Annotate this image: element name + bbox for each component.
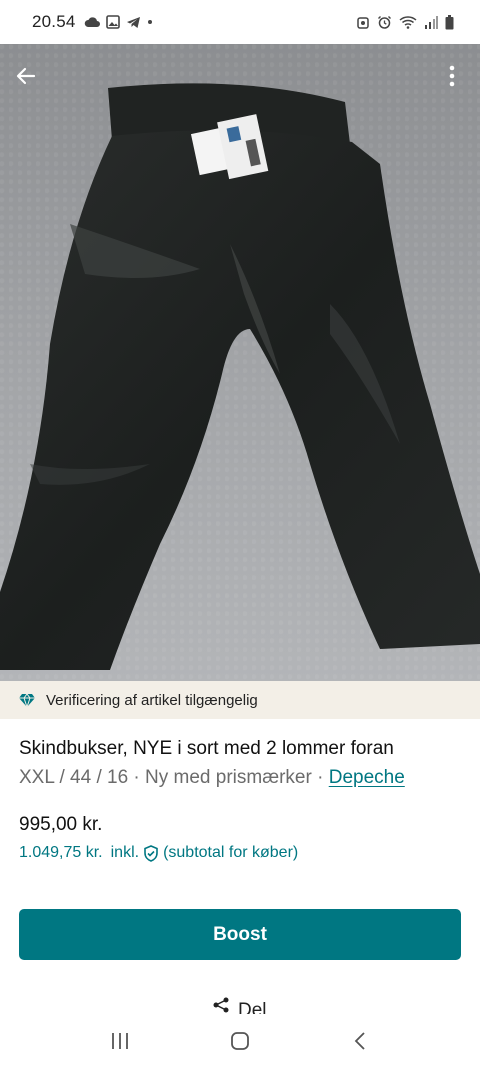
recent-apps-button[interactable] [90,1021,150,1061]
item-details: Skindbukser, NYE i sort med 2 lommer for… [19,736,464,864]
status-right-icons [356,14,454,30]
verification-text: Verificering af artikel tilgængelig [46,691,258,709]
item-meta: XXL / 44 / 16 · Ny med prismærker · Depe… [19,765,464,791]
system-back-button[interactable] [330,1021,390,1061]
cloud-icon [84,17,100,27]
back-button[interactable] [6,56,46,96]
alarm-icon [357,17,369,29]
share-button[interactable]: Del [212,996,267,1014]
image-icon [105,15,120,29]
buyer-price: 1.049,75 kr. [19,844,103,861]
status-time: 20.54 [32,12,76,31]
shield-check-icon [144,844,158,862]
battery-icon [445,14,454,29]
buyer-price-row[interactable]: 1.049,75 kr. inkl. (subtotal for køber) [19,842,464,864]
more-options-button[interactable] [432,56,472,96]
system-nav-bar [0,1014,480,1067]
alarm-clock-icon [378,15,391,29]
boost-button[interactable]: Boost [19,909,461,960]
item-meta-text: XXL / 44 / 16 · Ny med prismærker · [19,767,329,788]
recent-apps-icon [112,1032,128,1049]
buyer-note: (subtotal for køber) [163,844,299,861]
more-vertical-icon [449,65,455,87]
verification-banner[interactable]: Verificering af artikel tilgængelig [0,681,480,719]
arrow-left-icon [16,67,36,85]
home-icon [231,1031,249,1050]
status-left-icons [84,15,153,29]
share-label: Del [238,1000,267,1014]
product-image-leather-pants [0,83,480,670]
product-photo[interactable] [0,44,480,681]
telegram-icon [126,16,140,28]
status-bar: 20.54 [0,0,480,44]
diamond-icon [19,692,35,708]
signal-icon [425,15,438,29]
brand-link[interactable]: Depeche [329,767,405,788]
home-button[interactable] [210,1021,270,1061]
share-icon [213,997,229,1013]
wifi-icon [399,16,417,29]
item-title: Skindbukser, NYE i sort med 2 lommer for… [19,738,394,759]
buyer-incl-label: inkl. [110,844,140,861]
item-price: 995,00 kr. [19,814,103,835]
back-icon [354,1031,365,1050]
dot-icon [147,20,152,24]
